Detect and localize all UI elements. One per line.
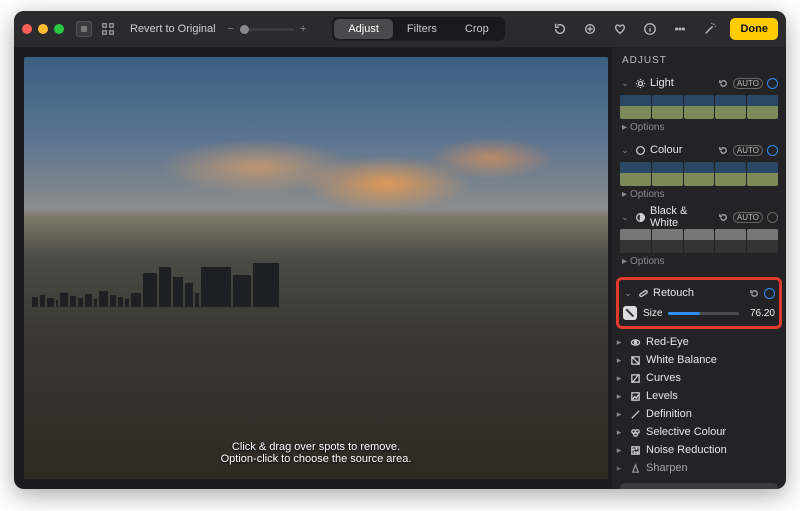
retouch-disclosure[interactable]: ⌄ <box>623 288 633 299</box>
tab-filters[interactable]: Filters <box>393 19 451 39</box>
magic-wand-icon[interactable] <box>700 19 720 39</box>
light-disclosure[interactable]: ⌄ <box>620 78 630 89</box>
titlebar: Revert to Original − + Adjust Filters Cr… <box>14 11 786 47</box>
light-enable-ring[interactable] <box>767 78 778 89</box>
colour-options-toggle[interactable]: ▸Options <box>620 188 778 204</box>
retouch-hint: Click & drag over spots to remove. Optio… <box>221 441 412 465</box>
light-options-toggle[interactable]: ▸Options <box>620 121 778 137</box>
rotate-icon[interactable] <box>550 19 570 39</box>
minimize-window-button[interactable] <box>38 24 48 34</box>
hint-line-2: Option-click to choose the source area. <box>221 453 412 465</box>
auto-enhance-icon[interactable] <box>580 19 600 39</box>
colour-disclosure[interactable]: ⌄ <box>620 145 630 156</box>
section-noise-reduction[interactable]: ▸Noise Reduction <box>612 441 786 459</box>
image-canvas[interactable]: Click & drag over spots to remove. Optio… <box>14 47 612 489</box>
light-label: Light <box>650 77 714 89</box>
retouch-bandage-icon <box>637 287 649 299</box>
noise-icon <box>629 444 641 456</box>
section-definition[interactable]: ▸Definition <box>612 405 786 423</box>
bw-options-toggle[interactable]: ▸Options <box>620 255 778 271</box>
zoom-slider[interactable] <box>240 28 294 31</box>
bw-thumbs[interactable] <box>620 229 778 253</box>
bw-label: Black & White <box>650 205 714 229</box>
toolbar-right: Done <box>550 18 778 40</box>
selective-colour-icon <box>629 426 641 438</box>
retouch-size-fill <box>668 312 700 315</box>
panel-title: ADJUST <box>612 47 786 72</box>
levels-icon <box>629 390 641 402</box>
sidebar-toggle-button[interactable] <box>76 21 92 37</box>
section-colour: ⌄ Colour AUTO ▸Options <box>612 139 786 206</box>
curves-icon <box>629 372 641 384</box>
redeye-icon <box>629 336 641 348</box>
retouch-size-value[interactable]: 76.20 <box>745 308 775 319</box>
skyline-silhouette <box>24 251 608 307</box>
section-levels[interactable]: ▸Levels <box>612 387 786 405</box>
hint-line-1: Click & drag over spots to remove. <box>221 441 412 453</box>
zoom-slider-thumb[interactable] <box>240 25 249 34</box>
colour-thumbs[interactable] <box>620 162 778 186</box>
light-auto-button[interactable]: AUTO <box>733 78 763 89</box>
colour-label: Colour <box>650 144 714 156</box>
light-thumbs[interactable] <box>620 95 778 119</box>
bw-enable-ring[interactable] <box>767 212 778 223</box>
section-light: ⌄ Light AUTO ▸Options <box>612 72 786 139</box>
whitebalance-icon <box>629 354 641 366</box>
colour-auto-button[interactable]: AUTO <box>733 145 763 156</box>
colour-reset-icon[interactable] <box>718 145 729 156</box>
fullscreen-window-button[interactable] <box>54 24 64 34</box>
photos-edit-window: Revert to Original − + Adjust Filters Cr… <box>14 11 786 489</box>
retouch-size-label: Size <box>643 308 662 319</box>
light-sun-icon <box>634 77 646 89</box>
section-retouch-highlighted: ⌄ Retouch Size 76.20 <box>616 277 782 329</box>
bw-reset-icon[interactable] <box>718 212 729 223</box>
done-button[interactable]: Done <box>730 18 778 40</box>
reset-adjustments-button[interactable]: Reset Adjustments <box>620 483 778 489</box>
light-reset-icon[interactable] <box>718 78 729 89</box>
sharpen-icon <box>629 462 641 474</box>
colour-ring-icon <box>634 144 646 156</box>
retouch-size-slider[interactable] <box>668 312 739 315</box>
info-icon[interactable] <box>640 19 660 39</box>
retouch-enable-ring[interactable] <box>764 288 775 299</box>
bw-halfcircle-icon <box>634 211 646 223</box>
thumbnail-grid-icon[interactable] <box>98 19 118 39</box>
definition-icon <box>629 408 641 420</box>
tab-adjust[interactable]: Adjust <box>334 19 393 39</box>
section-bw: ⌄ Black & White AUTO ▸Options <box>612 206 786 273</box>
retouch-reset-icon[interactable] <box>749 288 760 299</box>
zoom-plus-icon[interactable]: + <box>300 23 306 35</box>
retouch-size-row: Size 76.20 <box>623 306 775 320</box>
section-curves[interactable]: ▸Curves <box>612 369 786 387</box>
window-controls <box>22 24 64 34</box>
bw-disclosure[interactable]: ⌄ <box>620 212 630 223</box>
mode-tabs: Adjust Filters Crop <box>332 17 504 41</box>
section-sharpen[interactable]: ▸Sharpen <box>612 459 786 477</box>
edited-photo: Click & drag over spots to remove. Optio… <box>24 57 608 479</box>
revert-to-original-button[interactable]: Revert to Original <box>130 23 216 35</box>
zoom-control: − + <box>228 23 307 35</box>
more-ellipsis-icon[interactable] <box>670 19 690 39</box>
bw-auto-button[interactable]: AUTO <box>733 212 763 223</box>
retouch-brush-toggle[interactable] <box>623 306 637 320</box>
adjust-panel: ADJUST ⌄ Light AUTO ▸Options ⌄ <box>612 47 786 489</box>
section-red-eye[interactable]: ▸Red-Eye <box>612 333 786 351</box>
content-area: Click & drag over spots to remove. Optio… <box>14 47 786 489</box>
zoom-minus-icon[interactable]: − <box>228 23 234 35</box>
favorite-heart-icon[interactable] <box>610 19 630 39</box>
close-window-button[interactable] <box>22 24 32 34</box>
section-white-balance[interactable]: ▸White Balance <box>612 351 786 369</box>
colour-enable-ring[interactable] <box>767 145 778 156</box>
section-selective-colour[interactable]: ▸Selective Colour <box>612 423 786 441</box>
tab-crop[interactable]: Crop <box>451 19 503 39</box>
retouch-label: Retouch <box>653 287 745 299</box>
